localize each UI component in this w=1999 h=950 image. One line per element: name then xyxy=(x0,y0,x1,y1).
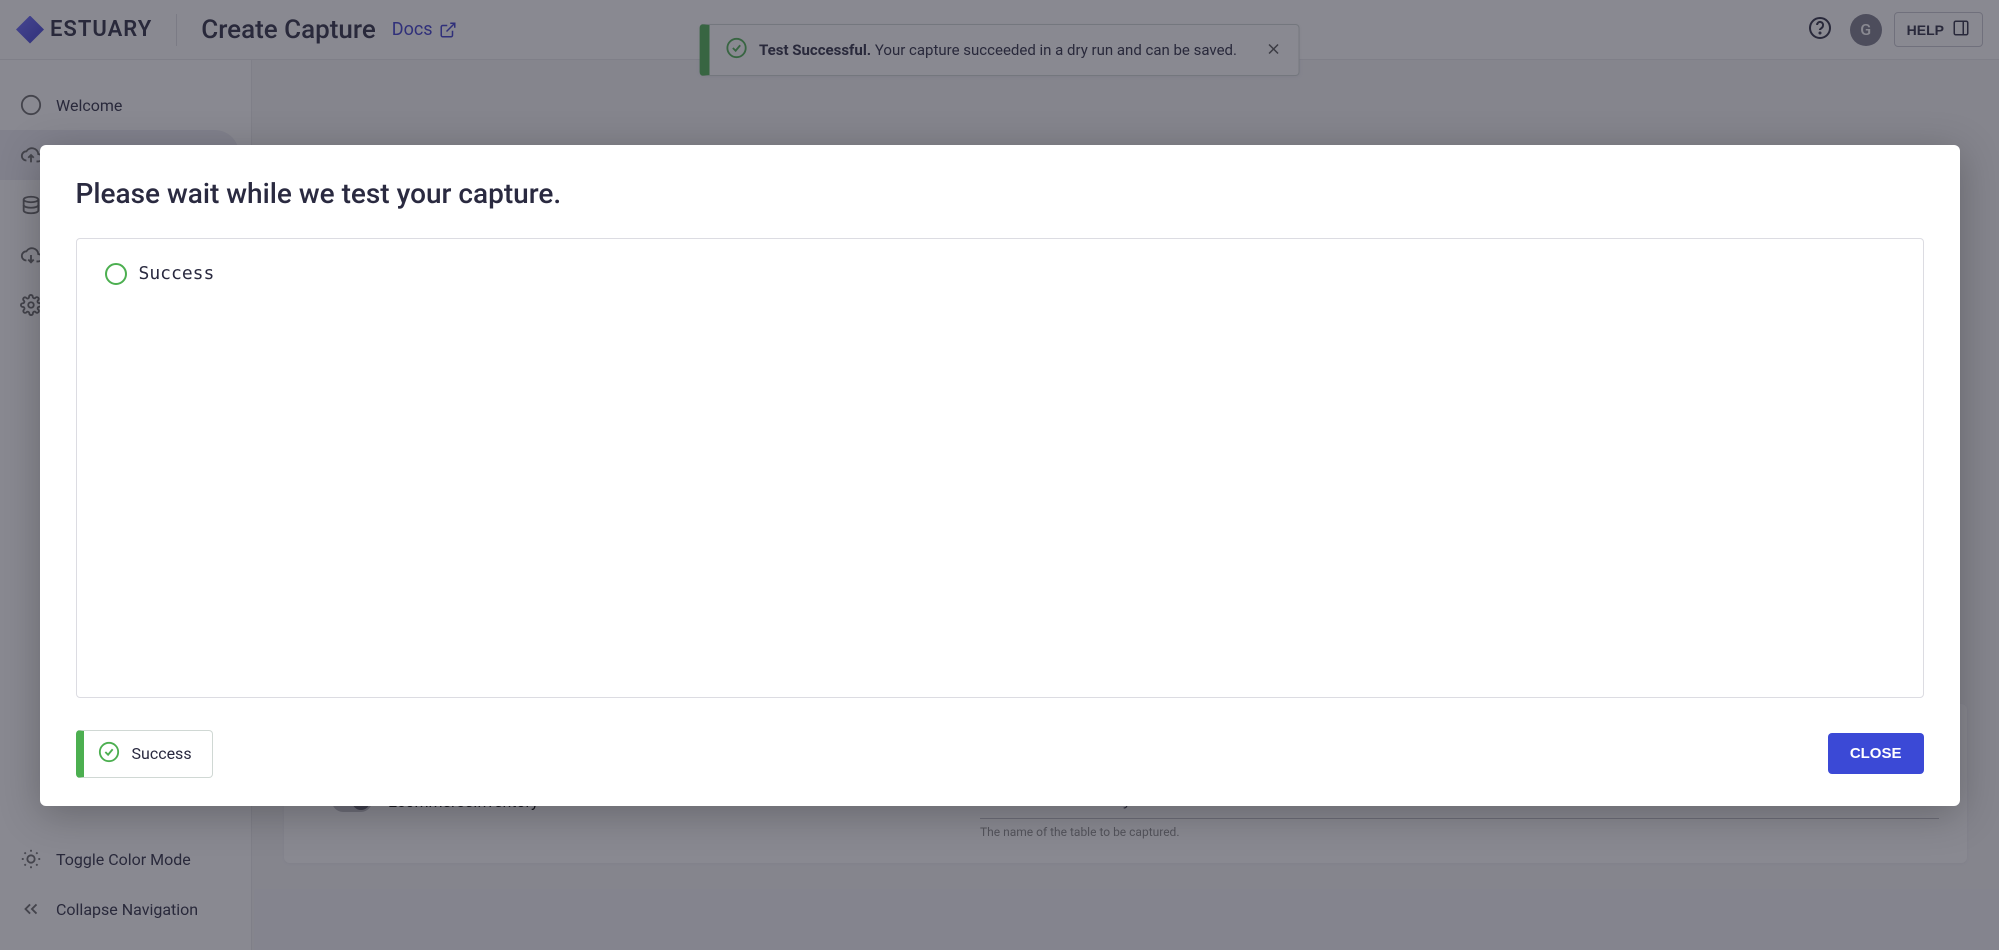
success-dot-icon xyxy=(105,263,127,285)
test-capture-modal: Please wait while we test your capture. … xyxy=(40,145,1960,806)
close-button-label: CLOSE xyxy=(1850,745,1902,762)
check-circle-icon xyxy=(98,741,120,767)
modal-title: Please wait while we test your capture. xyxy=(76,177,1924,210)
modal-overlay: Please wait while we test your capture. … xyxy=(0,0,1999,950)
status-chip-text: Success xyxy=(132,744,192,763)
log-line: Success xyxy=(105,263,1895,285)
log-status-text: Success xyxy=(139,263,215,284)
test-log-box: Success xyxy=(76,238,1924,698)
status-chip: Success xyxy=(76,730,213,778)
modal-close-button[interactable]: CLOSE xyxy=(1828,733,1924,774)
